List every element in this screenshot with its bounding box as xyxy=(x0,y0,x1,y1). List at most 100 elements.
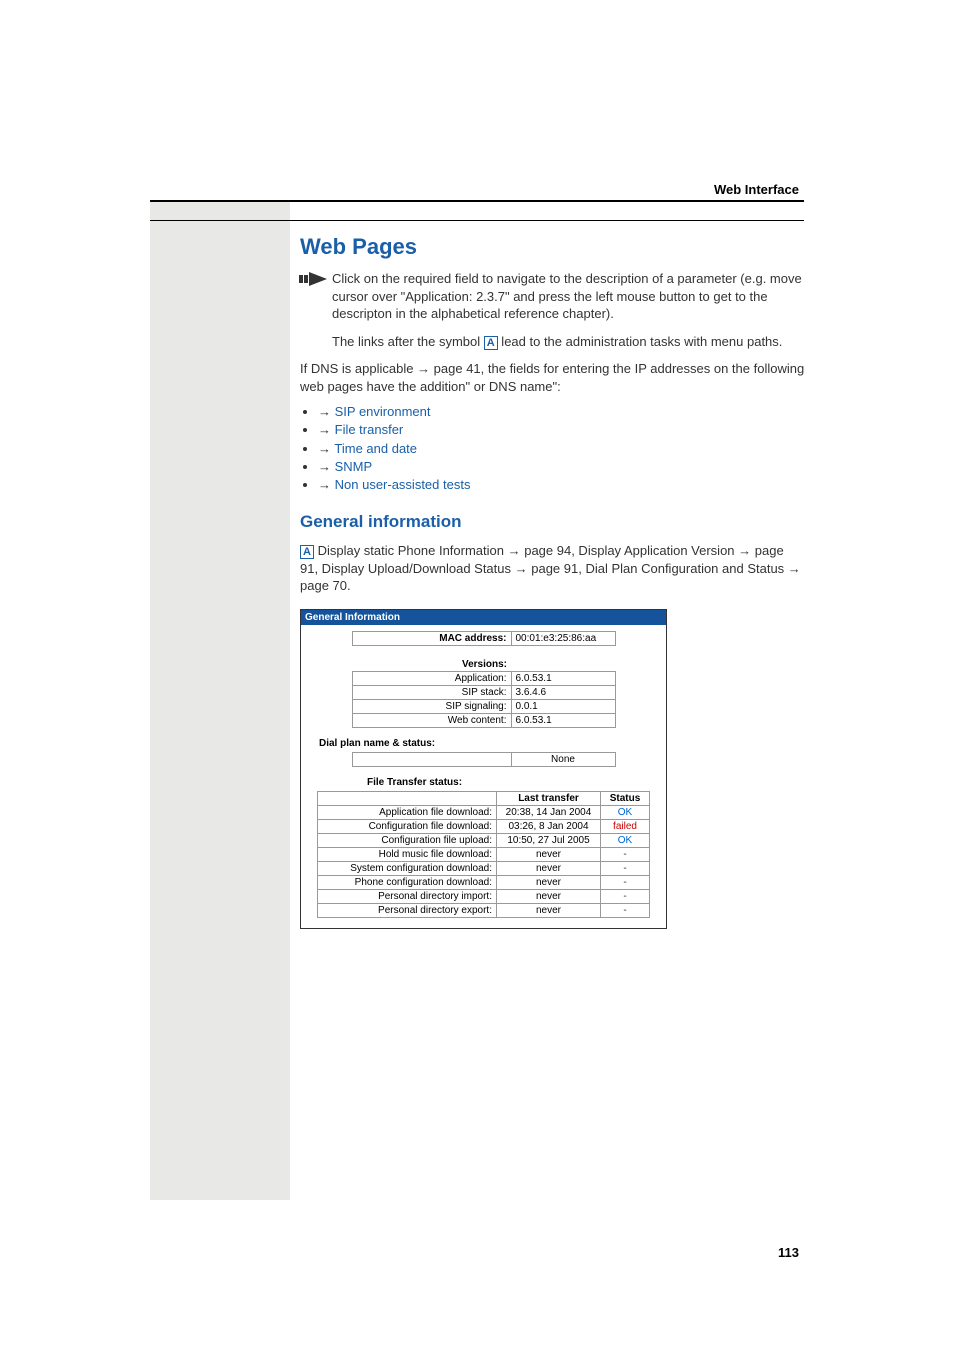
ft-row-transfer: never xyxy=(497,847,601,861)
arrow-icon: → xyxy=(318,477,331,492)
mac-label: MAC address: xyxy=(352,631,511,645)
arrow-icon: → xyxy=(318,422,331,437)
note2-a: The links after the symbol xyxy=(332,334,484,349)
arrow-icon: → xyxy=(318,404,331,419)
empty-cell xyxy=(511,658,615,672)
bullet-link[interactable]: SIP environment xyxy=(335,404,431,419)
bullet-link[interactable]: SNMP xyxy=(335,459,373,474)
ft-row-label: Configuration file upload: xyxy=(318,833,497,847)
admin-symbol-icon: A xyxy=(300,545,314,559)
ft-row-status: failed xyxy=(601,819,650,833)
arrow-icon: → xyxy=(417,361,430,376)
header-rule-bottom xyxy=(150,220,804,221)
left-margin-strip xyxy=(150,200,290,1200)
version-row-label: SIP stack: xyxy=(352,685,511,699)
table-row: SIP signaling: 0.0.1 xyxy=(352,699,615,713)
table-row: Configuration file upload:10:50, 27 Jul … xyxy=(318,833,650,847)
versions-label: Versions: xyxy=(352,658,511,672)
mac-table: MAC address: 00:01:e3:25:86:aa xyxy=(352,631,616,646)
table-row: Web content: 6.0.53.1 xyxy=(352,713,615,727)
note-block-2: The links after the symbol A lead to the… xyxy=(300,333,805,351)
table-row: MAC address: 00:01:e3:25:86:aa xyxy=(352,631,615,645)
heading-general-information: General information xyxy=(300,512,805,532)
ft-row-status: - xyxy=(601,903,650,917)
page: Web Interface Web Pages Click on the req… xyxy=(0,0,954,1351)
ft-row-status: - xyxy=(601,847,650,861)
ft-row-status: - xyxy=(601,875,650,889)
bullet-link[interactable]: File transfer xyxy=(335,422,404,437)
table-row: Application file download:20:38, 14 Jan … xyxy=(318,805,650,819)
list-item: → SIP environment xyxy=(318,403,805,421)
ft-row-label: Application file download: xyxy=(318,805,497,819)
table-row: SIP stack: 3.6.4.6 xyxy=(352,685,615,699)
ft-header-status: Status xyxy=(601,791,650,805)
list-item: → Time and date xyxy=(318,440,805,458)
table-row: Phone configuration download:never- xyxy=(318,875,650,889)
ft-row-status: - xyxy=(601,861,650,875)
note-text-2: The links after the symbol A lead to the… xyxy=(332,333,805,351)
note2-b: lead to the administration tasks with me… xyxy=(498,334,783,349)
general-info-panel: General Information MAC address: 00:01:e… xyxy=(300,609,667,929)
arrow-icon: → xyxy=(318,459,331,474)
ft-row-status: OK xyxy=(601,805,650,819)
table-row: Configuration file download:03:26, 8 Jan… xyxy=(318,819,650,833)
ft-row-label: Personal directory export: xyxy=(318,903,497,917)
version-row-label: Application: xyxy=(352,671,511,685)
bullet-link[interactable]: Non user-assisted tests xyxy=(335,477,471,492)
ft-row-label: Hold music file download: xyxy=(318,847,497,861)
table-row: Application: 6.0.53.1 xyxy=(352,671,615,685)
arrow-icon: → xyxy=(508,543,521,558)
mac-value: 00:01:e3:25:86:aa xyxy=(511,631,615,645)
version-row-value[interactable]: 0.0.1 xyxy=(511,699,615,713)
gen-e: page 70. xyxy=(300,578,351,593)
table-row: System configuration download:never- xyxy=(318,861,650,875)
ft-row-label: Configuration file download: xyxy=(318,819,497,833)
panel-body: MAC address: 00:01:e3:25:86:aa Versions:… xyxy=(301,625,666,920)
file-transfer-table: Last transfer Status Application file do… xyxy=(317,791,650,918)
note-block-1: Click on the required field to navigate … xyxy=(300,270,805,323)
dns-bullets: → SIP environment → File transfer → Time… xyxy=(300,403,805,494)
ft-row-transfer: never xyxy=(497,889,601,903)
heading-web-pages: Web Pages xyxy=(300,234,805,260)
ft-row-label: Personal directory import: xyxy=(318,889,497,903)
version-row-value[interactable]: 6.0.53.1 xyxy=(511,713,615,727)
ft-row-label: Phone configuration download: xyxy=(318,875,497,889)
file-transfer-label: File Transfer status: xyxy=(367,777,660,788)
ft-row-transfer: 03:26, 8 Jan 2004 xyxy=(497,819,601,833)
table-row: Hold music file download:never- xyxy=(318,847,650,861)
ft-row-status: - xyxy=(601,889,650,903)
version-row-value[interactable]: 3.6.4.6 xyxy=(511,685,615,699)
gen-d: page 91, Dial Plan Configuration and Sta… xyxy=(528,561,788,576)
ft-row-transfer: never xyxy=(497,903,601,917)
version-row-value[interactable]: 6.0.53.1 xyxy=(511,671,615,685)
arrow-icon: → xyxy=(738,543,751,558)
note-text-1: Click on the required field to navigate … xyxy=(332,270,805,323)
table-row: None xyxy=(352,752,615,766)
dns-intro: If DNS is applicable → page 41, the fiel… xyxy=(300,360,805,395)
empty-cell xyxy=(352,752,511,766)
ft-row-label: System configuration download: xyxy=(318,861,497,875)
dialplan-table: None xyxy=(352,752,616,767)
running-header: Web Interface xyxy=(714,182,799,197)
bullet-link[interactable]: Time and date xyxy=(334,441,417,456)
arrow-icon: → xyxy=(788,561,801,576)
table-row: Personal directory export:never- xyxy=(318,903,650,917)
list-item: → SNMP xyxy=(318,458,805,476)
ft-row-transfer: 10:50, 27 Jul 2005 xyxy=(497,833,601,847)
version-row-label: SIP signaling: xyxy=(352,699,511,713)
ft-row-transfer: 20:38, 14 Jan 2004 xyxy=(497,805,601,819)
dialplan-label: Dial plan name & status: xyxy=(319,738,660,749)
table-row: Personal directory import:never- xyxy=(318,889,650,903)
arrow-icon: → xyxy=(318,441,331,456)
versions-table: Versions: Application: 6.0.53.1 SIP stac… xyxy=(352,658,616,728)
dns-intro-a: If DNS is applicable xyxy=(300,361,417,376)
general-info-paragraph: A Display static Phone Information → pag… xyxy=(300,542,805,595)
arrow-icon: → xyxy=(515,561,528,576)
dialplan-value: None xyxy=(511,752,615,766)
list-item: → Non user-assisted tests xyxy=(318,476,805,494)
ft-header-last-transfer: Last transfer xyxy=(497,791,601,805)
ft-row-status: OK xyxy=(601,833,650,847)
ft-row-transfer: never xyxy=(497,875,601,889)
page-number: 113 xyxy=(778,1245,799,1260)
table-row: Versions: xyxy=(352,658,615,672)
